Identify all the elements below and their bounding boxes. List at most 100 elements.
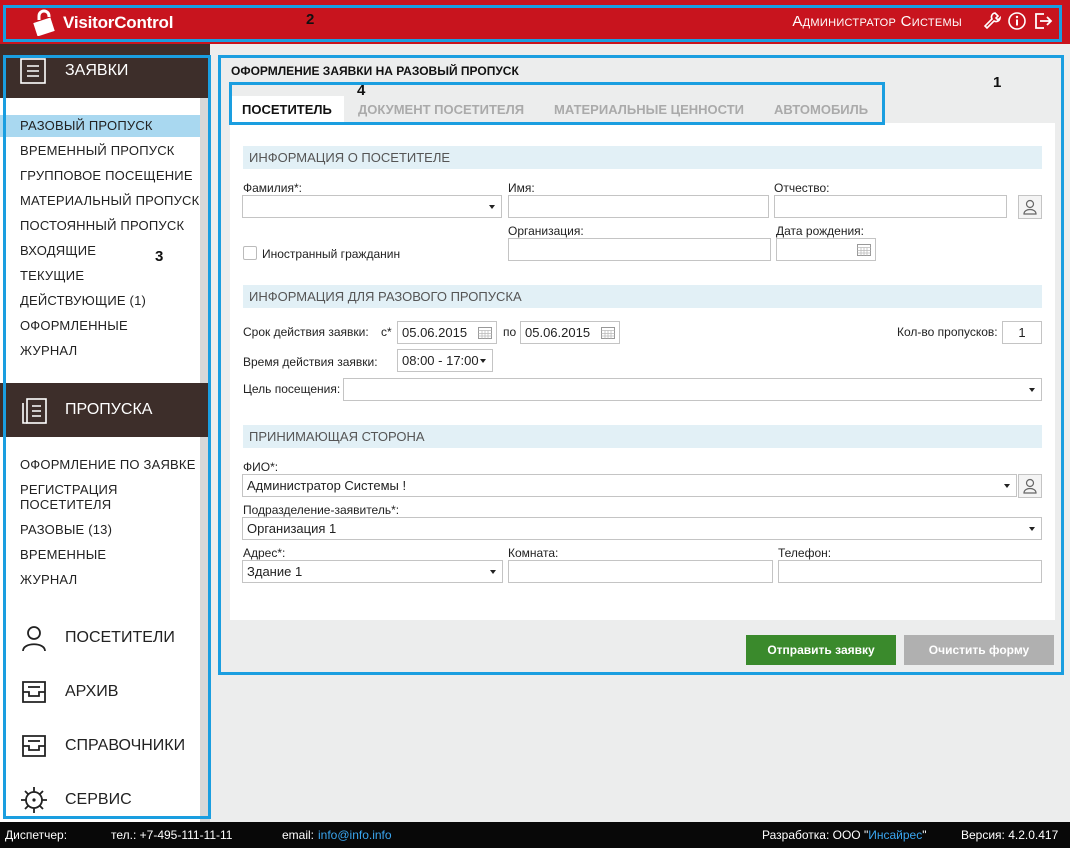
chevron-down-icon — [1029, 527, 1035, 531]
organization-input[interactable] — [508, 238, 771, 261]
clear-form-button[interactable]: Очистить форму — [904, 635, 1054, 665]
name-label: Имя: — [508, 181, 535, 195]
fio-select[interactable]: Администратор Системы ! — [242, 474, 1017, 497]
sidebar-section-passes[interactable]: ПРОПУСКА — [0, 383, 210, 437]
chevron-down-icon — [1004, 484, 1010, 488]
service-gear-icon — [21, 787, 47, 813]
foreigner-checkbox[interactable] — [243, 246, 257, 260]
to-date-input[interactable]: 05.06.2015 — [520, 321, 620, 344]
annotation-number-1: 1 — [993, 74, 1002, 91]
select-visitor-button[interactable] — [1018, 195, 1042, 219]
info-icon[interactable] — [1007, 11, 1027, 31]
wrench-icon[interactable] — [982, 11, 1002, 31]
user-icon — [22, 626, 46, 652]
chevron-down-icon — [480, 359, 486, 363]
calendar-icon[interactable] — [601, 326, 615, 339]
time-value: 08:00 - 17:00 — [402, 353, 479, 368]
sidebar-item-service[interactable]: СЕРВИС — [0, 780, 210, 820]
foreigner-label: Иностранный гражданин — [262, 247, 401, 261]
sidebar-item-group-visit[interactable]: ГРУППОВОЕ ПОСЕЩЕНИЕ — [20, 168, 193, 183]
department-label: Подразделение-заявитель*: — [243, 503, 400, 517]
chevron-down-icon — [1029, 388, 1035, 392]
dispatcher-phone: тел.: +7-495-111-11-11 — [111, 828, 233, 842]
birth-date-input[interactable] — [776, 238, 876, 261]
to-date-value: 05.06.2015 — [525, 325, 591, 340]
purpose-select[interactable] — [343, 378, 1042, 401]
sidebar-item-directories[interactable]: СПРАВОЧНИКИ — [0, 726, 210, 766]
sidebar-item-material-pass[interactable]: МАТЕРИАЛЬНЫЙ ПРОПУСК — [20, 193, 199, 208]
passes-title: ПРОПУСКА — [65, 401, 153, 418]
from-date-value: 05.06.2015 — [402, 325, 468, 340]
sidebar-item-registration[interactable]: РЕГИСТРАЦИЯ — [20, 482, 118, 497]
sidebar-item-registration-visitor[interactable]: ПОСЕТИТЕЛЯ — [20, 497, 111, 512]
user-icon — [1023, 478, 1037, 494]
annotation-number-4: 4 — [357, 82, 366, 99]
patronymic-input[interactable] — [774, 195, 1007, 218]
user-name[interactable]: Администратор Системы — [792, 13, 962, 30]
surname-select[interactable] — [242, 195, 502, 218]
visitor-section-header: ИНФОРМАЦИЯ О ПОСЕТИТЕЛЕ — [243, 146, 1042, 169]
annotation-number-2: 2 — [306, 11, 315, 28]
developer-link[interactable]: Инсайрес — [868, 828, 922, 842]
sidebar-item-temporary-pass[interactable]: ВРЕМЕННЫЙ ПРОПУСК — [20, 143, 175, 158]
sidebar-item-permanent-pass[interactable]: ПОСТОЯННЫЙ ПРОПУСК — [20, 218, 184, 233]
pass-count-input[interactable]: 1 — [1002, 321, 1042, 344]
address-select[interactable]: Здание 1 — [242, 560, 503, 583]
top-header: VisitorControl Администратор Системы — [0, 0, 1070, 44]
directories-tray-icon — [22, 735, 46, 757]
room-input[interactable] — [508, 560, 773, 583]
time-select[interactable]: 08:00 - 17:00 — [397, 349, 493, 372]
archive-tray-icon — [22, 681, 46, 703]
sidebar-item-archive[interactable]: АРХИВ — [0, 672, 210, 712]
tab-material-values[interactable]: МАТЕРИАЛЬНЫЕ ЦЕННОСТИ — [554, 96, 744, 123]
requests-title: ЗАЯВКИ — [65, 62, 129, 79]
sidebar-item-visitors[interactable]: ПОСЕТИТЕЛИ — [0, 618, 210, 658]
directories-label: СПРАВОЧНИКИ — [65, 737, 186, 754]
user-icon — [1023, 199, 1037, 215]
tab-visitor-document[interactable]: ДОКУМЕНТ ПОСЕТИТЕЛЯ — [358, 96, 524, 123]
chevron-down-icon — [489, 205, 495, 209]
sidebar-item-active[interactable]: ДЕЙСТВУЮЩИЕ (1) — [20, 293, 146, 308]
department-value: Организация 1 — [247, 521, 337, 536]
email-link[interactable]: info@info.info — [318, 828, 392, 842]
phone-input[interactable] — [778, 560, 1042, 583]
organization-label: Организация: — [508, 224, 584, 238]
chevron-down-icon — [490, 570, 496, 574]
sidebar-item-temporary-passes[interactable]: ВРЕМЕННЫЕ — [20, 547, 106, 562]
sidebar-item-current[interactable]: ТЕКУЩИЕ — [20, 268, 84, 283]
sidebar-item-single-passes[interactable]: РАЗОВЫЕ (13) — [20, 522, 112, 537]
sidebar-item-journal[interactable]: ЖУРНАЛ — [20, 343, 77, 358]
submit-request-button[interactable]: Отправить заявку — [746, 635, 896, 665]
lock-logo-icon — [33, 9, 55, 36]
calendar-icon[interactable] — [478, 326, 492, 339]
to-label: по — [503, 325, 517, 339]
from-date-input[interactable]: 05.06.2015 — [397, 321, 497, 344]
email-label: email: — [282, 828, 315, 842]
select-host-button[interactable] — [1018, 474, 1042, 498]
sidebar-item-passes-journal[interactable]: ЖУРНАЛ — [20, 572, 77, 587]
phone-label: Телефон: — [778, 546, 832, 560]
tab-visitor[interactable]: ПОСЕТИТЕЛЬ — [230, 96, 344, 123]
tab-vehicle[interactable]: АВТОМОБИЛЬ — [774, 96, 868, 123]
name-input[interactable] — [508, 195, 769, 218]
sidebar-item-issued[interactable]: ОФОРМЛЕННЫЕ — [20, 318, 128, 333]
footer: Диспетчер: тел.: +7-495-111-11-11 email:… — [0, 822, 1070, 848]
calendar-icon[interactable] — [857, 243, 871, 256]
surname-label: Фамилия*: — [243, 181, 302, 195]
fio-value: Администратор Системы ! — [247, 478, 407, 493]
pass-count-label: Кол-во пропусков: — [897, 325, 998, 339]
validity-label: Срок действия заявки: — [243, 325, 369, 339]
sidebar-section-requests[interactable]: ЗАЯВКИ — [0, 44, 210, 98]
sidebar-item-issue-by-request[interactable]: ОФОРМЛЕНИЕ ПО ЗАЯВКЕ — [20, 457, 196, 472]
developer-info: Разработка: ООО "Инсайрес" — [762, 828, 926, 842]
version-label: Версия: 4.2.0.417 — [961, 828, 1059, 842]
page-title: ОФОРМЛЕНИЕ ЗАЯВКИ НА РАЗОВЫЙ ПРОПУСК — [231, 64, 519, 78]
department-select[interactable]: Организация 1 — [242, 517, 1042, 540]
visitors-label: ПОСЕТИТЕЛИ — [65, 629, 175, 646]
room-label: Комната: — [508, 546, 559, 560]
logout-icon[interactable] — [1033, 11, 1053, 31]
sidebar-item-incoming[interactable]: ВХОДЯЩИЕ — [20, 243, 96, 258]
from-label: с* — [381, 325, 392, 339]
address-value: Здание 1 — [247, 564, 303, 579]
sidebar-item-single-pass[interactable]: РАЗОВЫЙ ПРОПУСК — [0, 115, 200, 137]
